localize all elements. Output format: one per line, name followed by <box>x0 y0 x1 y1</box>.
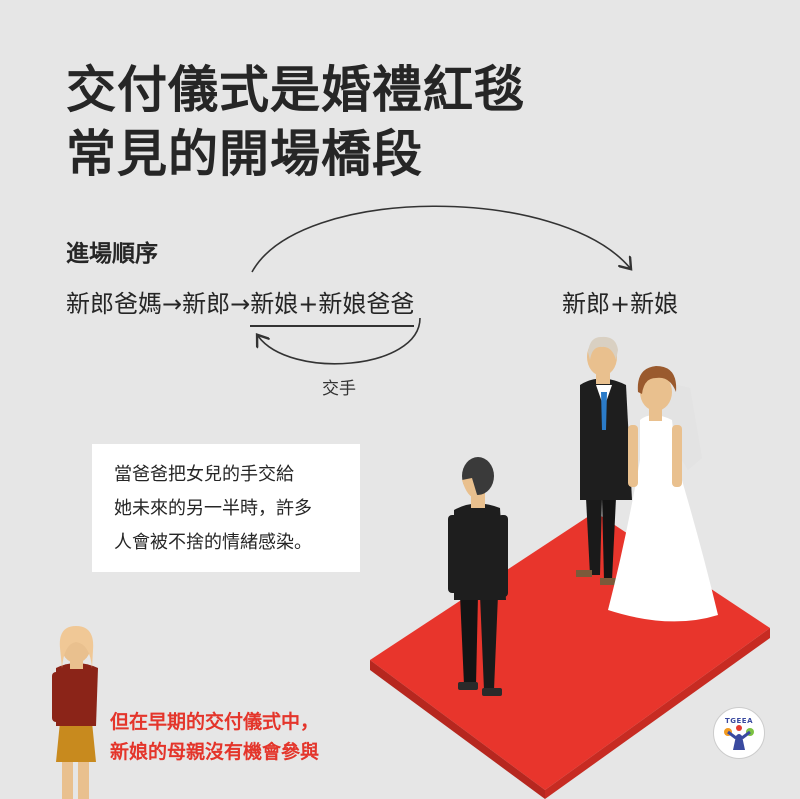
quote-line-1: 當爸爸把女兒的手交給 <box>114 464 294 485</box>
quote-box: 當爸爸把女兒的手交給 她未來的另一半時，許多 人會被不捨的情緒感染。 <box>92 444 360 572</box>
quote-line-2: 她未來的另一半時，許多 <box>114 498 312 519</box>
mother-figure <box>52 626 98 799</box>
entrance-sequence: 新郎爸媽→新郎→新娘+新娘爸爸 <box>66 284 415 327</box>
note-line-1: 但在早期的交付儀式中， <box>110 711 320 733</box>
mother-note: 但在早期的交付儀式中， 新娘的母親沒有機會參與 <box>110 707 319 767</box>
illustration <box>52 205 770 799</box>
top-arc-arrow <box>251 205 630 273</box>
logo-tree-icon <box>724 725 754 750</box>
note-line-2: 新娘的母親沒有機會參與 <box>110 741 320 763</box>
sequence-step-bride-father: 新娘+新娘爸爸 <box>250 284 415 327</box>
handoff-label: 交手 <box>322 379 356 399</box>
red-carpet <box>370 512 770 799</box>
tgeea-logo: TGEEA <box>713 707 765 759</box>
quote-line-3: 人會被不捨的情緒感染。 <box>114 532 312 553</box>
sequence-result: 新郎+新娘 <box>562 290 679 318</box>
sequence-step-parents-groom: 新郎爸媽→新郎→ <box>66 290 251 318</box>
